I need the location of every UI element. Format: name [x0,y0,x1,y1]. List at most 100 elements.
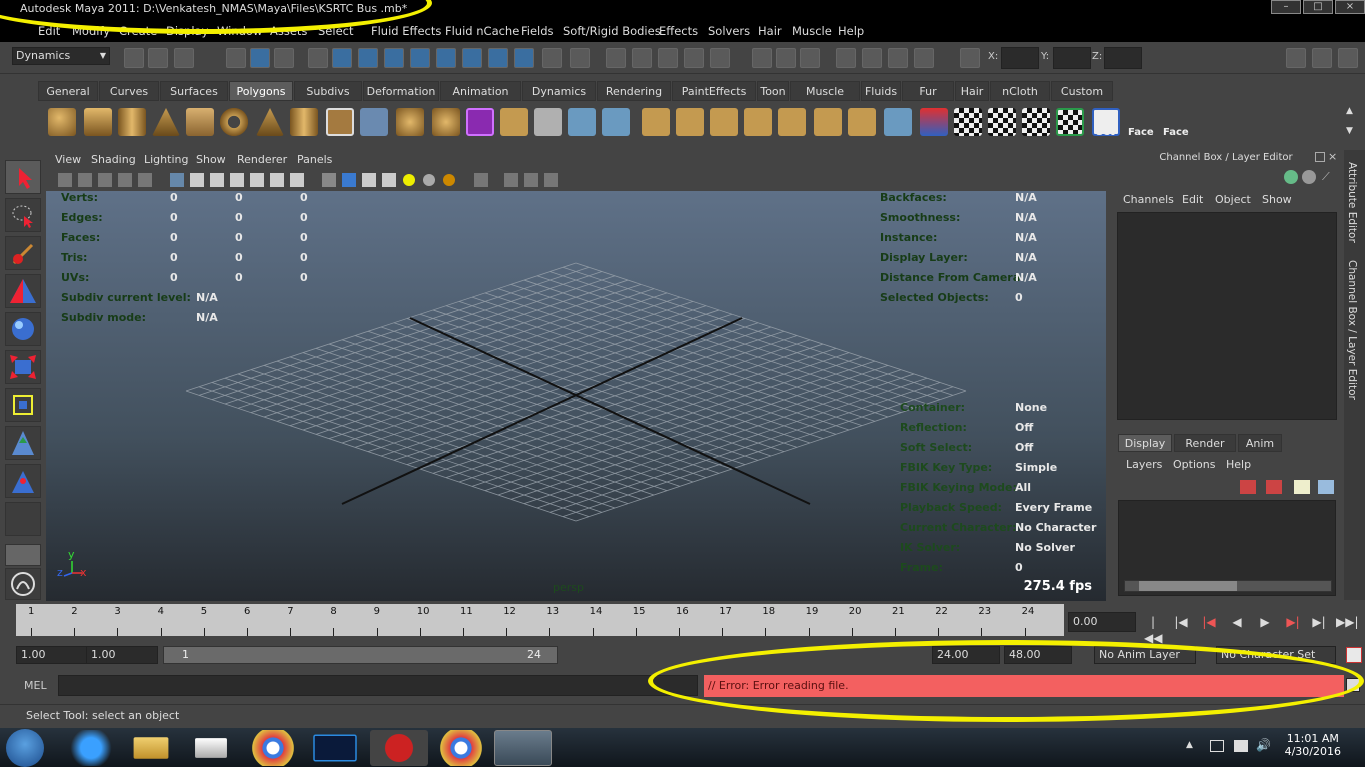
close-icon[interactable]: × [1335,0,1365,14]
tool-settings-toggle-icon[interactable] [1312,48,1332,68]
channel-menu-object[interactable]: Object [1215,193,1251,206]
tab-toon[interactable]: Toon [757,81,789,101]
channel-menu-channels[interactable]: Channels [1123,193,1174,206]
tab-ncloth[interactable]: nCloth [990,81,1050,101]
poke-icon[interactable] [778,108,806,136]
combine-icon[interactable] [360,108,388,136]
network-icon[interactable] [1234,740,1248,752]
chrome-icon[interactable] [244,730,302,766]
duplicate-face-icon[interactable] [848,108,876,136]
layer-editor-icon[interactable] [1302,170,1316,184]
merge-icon[interactable] [710,108,738,136]
menu-assets[interactable]: Assets [270,24,307,38]
step-forward-frame-icon[interactable]: ▶| [1310,614,1328,630]
extrude-icon[interactable] [500,108,528,136]
append-polygon-icon[interactable] [568,108,596,136]
tab-custom[interactable]: Custom [1051,81,1113,101]
open-scene-icon[interactable] [148,48,168,68]
chrome-window-icon[interactable] [432,730,490,766]
mask-joints-icon[interactable] [358,48,378,68]
show-manipulator-icon[interactable] [5,464,41,498]
mask-dynamics-icon[interactable] [462,48,482,68]
poly-pipe-icon[interactable] [290,108,318,136]
menu-soft-rigid-bodies[interactable]: Soft/Rigid Bodies [563,24,661,38]
mel-label[interactable]: MEL [24,679,47,692]
tab-muscle[interactable]: Muscle [790,81,860,101]
make-live-icon[interactable] [710,48,730,68]
viewport-menu-shading[interactable]: Shading [91,153,136,166]
ipr-render-icon[interactable] [862,48,882,68]
maximize-icon[interactable]: □ [1303,0,1333,14]
mask-misc-icon[interactable] [514,48,534,68]
face-text-button-2[interactable]: Face [1163,127,1189,138]
bridge-icon[interactable] [534,108,562,136]
separate-icon[interactable] [396,108,424,136]
shelf-scroll-up-icon[interactable]: ▲ [1346,106,1353,116]
maya-logo-icon[interactable] [5,568,41,600]
x-field[interactable] [1001,47,1039,69]
tab-curves[interactable]: Curves [99,81,159,101]
channel-menu-show[interactable]: Show [1262,193,1292,206]
output-connections-icon[interactable] [776,48,796,68]
volume-icon[interactable]: 🔊 [1256,738,1271,752]
start-time-field[interactable]: 1.00 [16,646,90,664]
action-center-icon[interactable] [1210,740,1224,752]
mask-handles-icon[interactable] [332,48,352,68]
float-panel-icon[interactable] [1315,152,1325,162]
collapse-icon[interactable] [744,108,772,136]
menu-fluid-ncache[interactable]: Fluid nCache [445,24,519,38]
snap-curve-icon[interactable] [632,48,652,68]
menu-hair[interactable]: Hair [758,24,782,38]
tab-polygons[interactable]: Polygons [229,81,293,101]
construction-history-icon[interactable] [800,48,820,68]
select-hierarchy-icon[interactable] [226,48,246,68]
menu-edit[interactable]: Edit [38,24,60,38]
mask-deformers-icon[interactable] [436,48,456,68]
render-frame-icon[interactable] [836,48,856,68]
y-field[interactable] [1053,47,1091,69]
select-object-icon[interactable] [250,48,270,68]
maya-taskbar-icon[interactable] [494,730,552,766]
end-time-field[interactable]: 48.00 [1004,646,1072,664]
channel-box-toggle-icon[interactable] [1338,48,1358,68]
go-to-start-icon[interactable]: |◀◀ [1144,614,1162,645]
set-text-button[interactable]: Set [1096,127,1115,138]
media-player-icon[interactable] [195,738,227,758]
bevel-icon[interactable] [642,108,670,136]
tab-subdivs[interactable]: Subdivs [294,81,362,101]
menu-solvers[interactable]: Solvers [708,24,750,38]
planar-mapping-icon[interactable] [920,108,948,136]
move-layer-up-icon[interactable] [1240,480,1256,494]
snap-view-plane-icon[interactable] [684,48,704,68]
animation-preferences-icon[interactable] [1346,647,1362,663]
tab-dynamics[interactable]: Dynamics [522,81,596,101]
input-connections-icon[interactable] [752,48,772,68]
tab-fluids[interactable]: Fluids [861,81,901,101]
range-slider[interactable]: 1 24 [163,646,558,664]
menu-fields[interactable]: Fields [521,24,554,38]
layer-tab-anim[interactable]: Anim [1238,434,1282,452]
file-explorer-icon[interactable] [133,737,169,759]
tab-general[interactable]: General [38,81,98,101]
automatic-mapping-icon[interactable] [988,108,1016,136]
insert-edge-loop-icon[interactable] [676,108,704,136]
lasso-tool-icon[interactable] [5,198,41,232]
last-tool-slot-icon[interactable] [5,502,41,536]
wedge-icon[interactable] [814,108,842,136]
viewport-menu-view[interactable]: View [55,153,81,166]
time-slider[interactable]: 1 2 3 4 5 6 7 8 9 10 11 12 13 14 15 16 17 18 19 20 21 22 23 24 [16,604,1064,636]
menu-display[interactable]: Display [166,24,208,38]
mel-command-input[interactable] [58,675,698,696]
z-field[interactable] [1104,47,1142,69]
uv-checker-icon[interactable] [954,108,982,136]
show-hidden-icons-icon[interactable]: ▲ [1186,740,1193,750]
cylindrical-mapping-icon[interactable] [1022,108,1050,136]
face-text-button[interactable]: Face [1128,127,1154,138]
scrollbar-thumb[interactable] [1139,581,1237,591]
attribute-editor-toggle-icon[interactable] [1286,48,1306,68]
tab-fur[interactable]: Fur [902,81,954,101]
new-empty-layer-icon[interactable] [1294,480,1310,494]
viewport-menu-panels[interactable]: Panels [297,153,332,166]
menu-select[interactable]: Select [318,24,353,38]
menu-help[interactable]: Help [838,24,864,38]
